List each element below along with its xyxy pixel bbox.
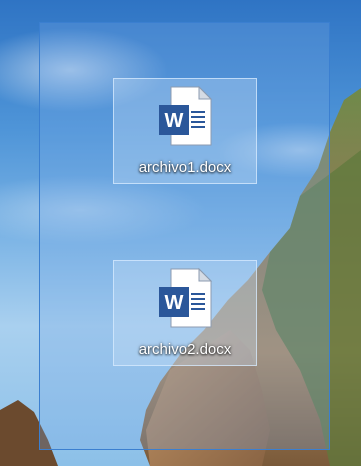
word-document-icon: W — [159, 85, 213, 146]
desktop-icon-archivo1[interactable]: W archivo1.docx — [113, 78, 257, 184]
desktop-icon-archivo2[interactable]: W archivo2.docx — [113, 260, 257, 366]
icon-label: archivo2.docx — [138, 341, 232, 358]
word-document-icon: W — [159, 267, 213, 328]
svg-text:W: W — [165, 292, 184, 314]
svg-text:W: W — [165, 110, 184, 132]
desktop[interactable]: W archivo1.docx W archivo2.docx — [0, 0, 361, 466]
icon-label: archivo1.docx — [138, 159, 232, 176]
